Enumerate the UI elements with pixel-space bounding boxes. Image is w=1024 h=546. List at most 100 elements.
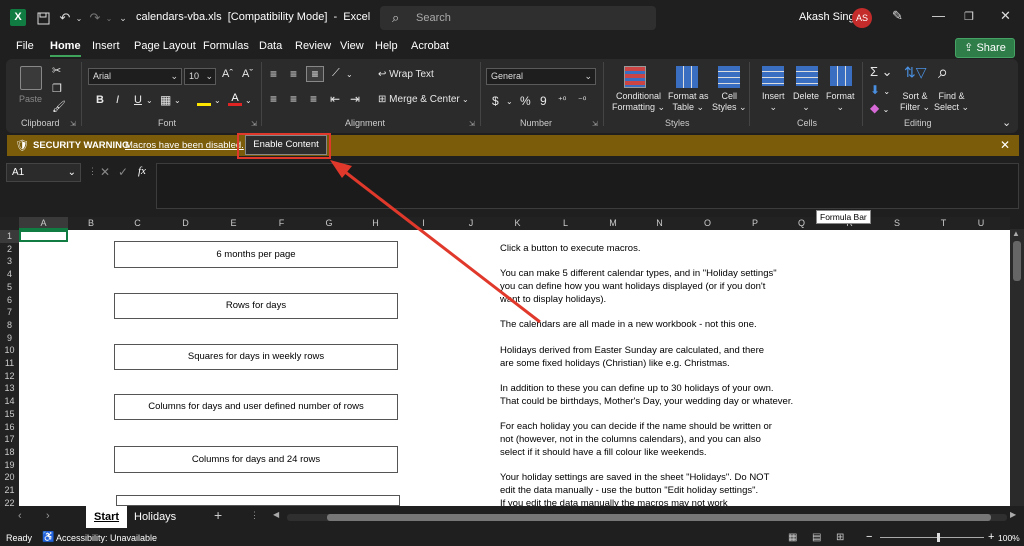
column-header[interactable]: D <box>161 217 210 230</box>
borders-icon[interactable]: ▦ <box>160 93 171 107</box>
format-painter-icon[interactable]: 🖌 <box>52 100 66 113</box>
close-icon[interactable]: ✕ <box>1000 8 1011 24</box>
row-header[interactable]: 3 <box>0 255 19 268</box>
align-left-icon[interactable]: ≡ <box>270 92 277 106</box>
find-icon[interactable]: ⌕ <box>938 62 948 83</box>
font-name-select[interactable]: Arial ⌄ <box>88 68 182 85</box>
tab-view[interactable]: View <box>340 40 364 52</box>
row-header[interactable]: 11 <box>0 357 19 370</box>
row-header[interactable]: 12 <box>0 370 19 383</box>
macro-button[interactable]: 6 months per page <box>114 241 398 268</box>
font-launcher-icon[interactable]: ⇲ <box>251 120 257 128</box>
merge-center-button[interactable]: ⊞ Merge & Center <box>378 94 460 105</box>
undo-dropdown-icon[interactable]: ⌄ <box>74 10 84 26</box>
wrap-text-button[interactable]: ↩ Wrap Text <box>378 69 434 80</box>
minimize-icon[interactable]: — <box>932 8 945 23</box>
paste-icon[interactable] <box>20 66 42 90</box>
row-header[interactable]: 19 <box>0 459 19 472</box>
sort-filter-button[interactable]: Sort & Filter ⌄ <box>900 91 930 113</box>
macros-disabled-link[interactable]: Macros have been disabled. <box>125 140 244 151</box>
zoom-slider[interactable] <box>880 533 984 542</box>
sheet-tab-start[interactable]: Start <box>86 506 128 528</box>
format-cells-icon[interactable] <box>830 66 852 86</box>
macro-button-partial[interactable] <box>116 495 400 506</box>
insert-button[interactable]: Insert ⌄ <box>762 91 785 113</box>
borders-dropdown-icon[interactable]: ⌄ <box>174 96 181 105</box>
add-sheet-icon[interactable]: + <box>214 507 222 523</box>
row-header[interactable]: 17 <box>0 433 19 446</box>
tab-split-icon[interactable]: ⋮ <box>250 510 259 521</box>
redo-dropdown-icon[interactable]: ⌄ <box>104 10 114 26</box>
font-color-dropdown-icon[interactable]: ⌄ <box>245 96 252 105</box>
row-header[interactable]: 15 <box>0 408 19 421</box>
column-header[interactable]: H <box>352 217 399 230</box>
orientation-dropdown-icon[interactable]: ⌄ <box>346 70 353 79</box>
clipboard-launcher-icon[interactable]: ⇲ <box>70 120 76 128</box>
column-header[interactable]: K <box>494 217 541 230</box>
column-header[interactable]: F <box>257 217 306 230</box>
decrease-font-icon[interactable]: Aˇ <box>242 68 253 80</box>
currency-dropdown-icon[interactable]: ⌄ <box>506 97 513 106</box>
row-header[interactable]: 20 <box>0 471 19 484</box>
underline-dropdown-icon[interactable]: ⌄ <box>146 96 153 105</box>
column-header[interactable]: C <box>114 217 161 230</box>
accessibility-icon[interactable]: ♿ <box>42 532 54 543</box>
column-header[interactable]: A <box>19 217 68 230</box>
increase-decimal-icon[interactable]: ⁺⁰ <box>558 95 566 106</box>
cancel-icon[interactable]: ✕ <box>100 165 110 179</box>
column-header[interactable]: E <box>210 217 257 230</box>
avatar[interactable]: AS <box>852 8 872 28</box>
column-header[interactable]: M <box>590 217 636 230</box>
comma-button[interactable]: 9 <box>540 94 547 108</box>
column-header[interactable]: N <box>636 217 683 230</box>
column-header[interactable]: S <box>874 217 920 230</box>
page-layout-view-icon[interactable]: ▤ <box>812 532 821 543</box>
align-top-icon[interactable]: ≡ <box>270 67 277 81</box>
tab-help[interactable]: Help <box>375 40 398 52</box>
row-header[interactable]: 5 <box>0 281 19 294</box>
undo-icon[interactable]: ↶ <box>58 10 72 26</box>
selected-cell[interactable] <box>19 230 68 242</box>
column-header[interactable]: I <box>399 217 448 230</box>
fill-color-dropdown-icon[interactable]: ⌄ <box>214 96 221 105</box>
format-button[interactable]: Format ⌄ <box>826 91 855 113</box>
normal-view-icon[interactable]: ▦ <box>788 532 797 543</box>
column-header[interactable]: L <box>541 217 590 230</box>
italic-button[interactable]: I <box>116 94 119 106</box>
customize-qat-icon[interactable]: ⌄ <box>118 10 128 26</box>
macro-button[interactable]: Rows for days <box>114 293 398 319</box>
column-header[interactable]: J <box>448 217 494 230</box>
zoom-in-icon[interactable]: + <box>988 531 994 543</box>
row-header[interactable]: 8 <box>0 319 19 332</box>
currency-button[interactable]: $ <box>492 94 499 108</box>
restore-icon[interactable]: ❐ <box>964 10 974 23</box>
row-header[interactable]: 16 <box>0 421 19 434</box>
column-header[interactable]: G <box>306 217 352 230</box>
spreadsheet-grid[interactable]: ABCDEFGHIJKLMNOPQRSTU 123456789101112131… <box>0 217 1010 508</box>
horizontal-scroll-thumb[interactable] <box>327 514 991 521</box>
alignment-launcher-icon[interactable]: ⇲ <box>469 120 475 128</box>
tab-data[interactable]: Data <box>259 40 282 52</box>
row-header[interactable]: 4 <box>0 268 19 281</box>
cell-styles-icon[interactable] <box>718 66 740 88</box>
conditional-formatting-button[interactable]: Conditional Formatting ⌄ <box>612 91 665 113</box>
column-header[interactable]: T <box>920 217 967 230</box>
pen-icon[interactable]: ✎ <box>892 8 903 24</box>
fill-color-icon[interactable] <box>197 94 211 106</box>
column-header[interactable]: B <box>68 217 114 230</box>
format-as-table-icon[interactable] <box>676 66 698 88</box>
prev-sheet-icon[interactable]: ‹ <box>18 510 22 522</box>
paste-label[interactable]: Paste <box>19 94 42 104</box>
close-warning-icon[interactable]: ✕ <box>1000 138 1010 152</box>
tab-insert[interactable]: Insert <box>92 40 120 52</box>
cell-styles-button[interactable]: Cell Styles ⌄ <box>712 91 747 113</box>
tab-formulas[interactable]: Formulas <box>203 40 249 52</box>
bold-button[interactable]: B <box>96 94 104 106</box>
percent-button[interactable]: % <box>520 94 531 108</box>
accessibility-status[interactable]: Accessibility: Unavailable <box>56 533 157 543</box>
page-break-view-icon[interactable]: ⊞ <box>836 532 844 543</box>
row-header[interactable]: 7 <box>0 306 19 319</box>
align-center-icon[interactable]: ≡ <box>290 92 297 106</box>
column-header[interactable]: O <box>683 217 732 230</box>
tab-home[interactable]: Home <box>50 40 81 57</box>
